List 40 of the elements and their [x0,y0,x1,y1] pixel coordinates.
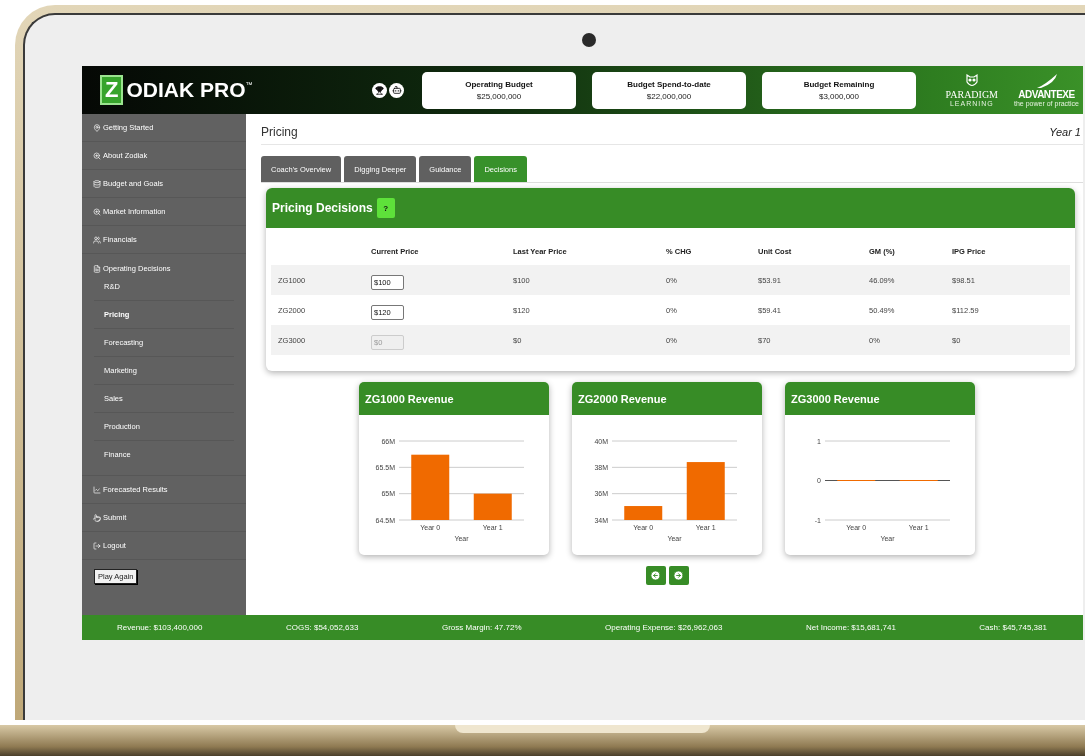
chart-title: ZG2000 Revenue [578,392,667,405]
revenue-bar [411,454,450,520]
budget-label: Budget Remaining [803,79,875,89]
robot-icon[interactable] [389,82,404,98]
partner-logo-name: PARADIGM [945,89,998,100]
sidebar-item-icon [93,513,101,522]
page-title: Pricing [261,125,298,139]
sidebar-item-icon [93,265,101,273]
revenue-bar [473,493,512,520]
sidebar-item-icon [93,207,101,216]
budget-label: Operating Budget [465,79,533,89]
budget-label: Budget Spend-to-date [627,79,711,89]
chart-title: ZG1000 Revenue [365,392,454,405]
previous-button[interactable] [645,566,666,585]
budget-value: $25,000,000 [476,91,522,101]
sidebar-item-icon [93,123,101,132]
owl-icon [963,73,980,89]
status-metric: Operating Expense: $26,962,063 [605,623,723,632]
next-button[interactable] [668,566,689,585]
card-title: Pricing Decisions [272,201,373,215]
status-metric: Net Income: $15,681,741 [806,623,896,632]
sidebar-item-icon [93,235,101,244]
help-button[interactable]: ? [376,198,395,218]
partner-logo-name: ADVANTEXE [1018,89,1075,100]
sidebar-item-icon [93,179,101,188]
revenue-bar [686,462,725,520]
chart-title: ZG3000 Revenue [791,392,880,405]
trophy-icon[interactable] [372,82,387,98]
camera-icon [581,33,596,47]
sidebar-item-icon [93,485,101,494]
status-metric: Cash: $45,745,381 [979,623,1047,632]
status-metric: COGS: $54,052,633 [285,623,359,632]
sidebar-item-icon [93,541,101,550]
budget-value: $3,000,000 [818,91,859,101]
revenue-bar [624,506,663,520]
year-label: Year 1 [1049,126,1082,138]
status-metric: Gross Margin: 47.72% [441,623,522,632]
budget-value: $22,000,000 [646,91,692,101]
status-metric: Revenue: $103,400,000 [117,623,203,632]
sidebar-item-icon [93,151,101,160]
